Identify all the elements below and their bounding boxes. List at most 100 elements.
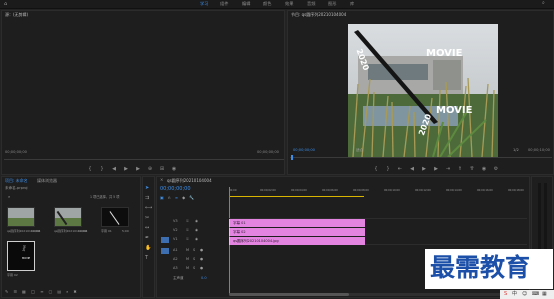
razor-icon[interactable]: ✂ [145,215,152,221]
tab-graphics[interactable]: 图形 [328,1,336,6]
tab-learn[interactable]: 学习 [200,1,208,6]
work-area-bar[interactable] [229,196,364,197]
type-icon[interactable]: T [145,255,152,261]
prog-mark-in-icon[interactable]: { [373,166,379,172]
mic-icon[interactable]: ● [200,266,203,271]
zoom-slider-icon[interactable]: ◯ [31,289,35,294]
track-label-v2[interactable]: V2 [173,228,178,233]
overwrite-icon[interactable]: ⊞ [159,166,165,172]
tab-assembly[interactable]: 组件 [220,1,228,6]
pen-icon[interactable]: ✒ [145,235,152,241]
mute-icon[interactable]: M [186,266,189,271]
icon-view-icon[interactable]: ▦ [22,289,26,294]
tab-editing[interactable]: 编辑 [242,1,250,6]
eye-icon[interactable]: ◉ [195,228,198,233]
play-icon[interactable]: ▶ [123,166,129,172]
mic-icon[interactable]: ● [200,257,203,262]
mark-out-icon[interactable]: } [99,166,105,172]
source-patch-a1[interactable] [161,248,169,254]
project-search-icon[interactable]: ⌕ [8,195,10,199]
lift-icon[interactable]: ⇑ [457,166,463,172]
mark-in-icon[interactable]: { [87,166,93,172]
slip-icon[interactable]: ↔ [145,225,152,231]
tray-icon[interactable]: ⌨ [532,292,539,297]
new-item-icon[interactable]: ▤ [57,289,61,294]
mute-icon[interactable]: M [186,248,189,253]
media-browser-tab[interactable]: 媒体浏览器 [37,179,57,183]
lock-icon[interactable]: ⚿ [186,228,189,233]
pencil-icon[interactable]: ✎ [5,289,8,294]
home-icon[interactable]: ⌂ [4,2,7,7]
eye-icon[interactable]: ◉ [195,219,198,224]
solo-icon[interactable]: S [193,257,195,262]
selection-tool-icon[interactable]: ➤ [145,185,152,191]
sort-icon[interactable]: ≡ [40,289,43,294]
source-scrubber[interactable] [4,159,284,160]
prog-go-out-icon[interactable]: ⇥ [445,166,451,172]
new-bin-icon[interactable]: ▢ [49,289,53,294]
mute-icon[interactable]: M [186,257,189,262]
track-select-icon[interactable]: ⇉ [145,195,152,201]
insert-icon[interactable]: ⊕ [147,166,153,172]
prog-step-back-icon[interactable]: ◀ [409,166,415,172]
program-timecode[interactable]: 00;00;00;00 [293,148,315,153]
delete-icon[interactable]: ✖ [73,289,76,294]
solo-icon[interactable]: S [193,266,195,271]
add-marker-icon[interactable]: ◆ [182,195,185,200]
export-frame-icon[interactable]: ◉ [481,166,487,172]
search-icon[interactable]: ⌕ [542,1,545,6]
scrollbar-thumb[interactable] [229,293,349,296]
list-view-icon[interactable]: ☰ [13,289,17,294]
wrench-icon[interactable]: 🔧 [189,195,194,200]
track-label-v1[interactable]: V1 [173,237,178,242]
timeline-tab[interactable]: qs圆序列20210104004 [167,179,212,183]
tray-icon[interactable]: ☺ [522,292,527,297]
solo-icon[interactable]: S [193,248,195,253]
step-back-icon[interactable]: ◀ [111,166,117,172]
tray-ime-icon[interactable]: 中 [512,292,517,297]
track-label-a2[interactable]: A2 [173,257,178,262]
step-forward-icon[interactable]: ▶ [135,166,141,172]
nest-icon[interactable]: ▣ [160,195,164,200]
timeline-scrollbar[interactable] [229,293,509,296]
tab-color[interactable]: 颜色 [263,1,271,6]
track-label-v3[interactable]: V3 [173,219,178,224]
program-ratio-select[interactable]: 1/2 [513,148,519,153]
timeline-timecode[interactable]: 00;00;00;00 [160,187,191,192]
master-volume[interactable]: 0.0 [201,276,207,281]
program-scrubber[interactable] [290,155,552,160]
project-tab[interactable]: 项目: 未命名 [5,179,28,183]
timeline-close-icon[interactable]: × [160,178,163,182]
project-item-thumb[interactable]: 2020 MOVIE [7,241,35,271]
project-item-thumb[interactable] [7,207,35,227]
clip-title-01[interactable]: 字幕 01 [229,219,365,227]
tray-app-icon[interactable]: S [504,292,507,297]
lock-icon[interactable]: ⚿ [186,219,189,224]
eye-icon[interactable]: ◉ [195,237,198,242]
video-lanes[interactable]: 字幕 01 字幕 02 qs圆序列20210104004.jpg [229,218,527,245]
hand-icon[interactable]: ✋ [145,245,152,251]
tab-effects[interactable]: 效果 [285,1,293,6]
project-item-thumb[interactable] [101,207,129,227]
track-label-a3[interactable]: A3 [173,266,178,271]
source-patch-v1[interactable] [161,237,169,243]
program-fit-select[interactable]: 适合 [356,148,363,153]
prog-go-in-icon[interactable]: ⇤ [397,166,403,172]
clip-title-02[interactable]: 字幕 02 [229,228,365,236]
tray-icon[interactable]: ▦ [542,292,547,297]
prog-mark-out-icon[interactable]: } [385,166,391,172]
tab-libraries[interactable]: 库 [350,1,354,6]
prog-step-forward-icon[interactable]: ▶ [433,166,439,172]
settings-icon[interactable]: ⚙ [493,166,499,172]
tab-audio[interactable]: 音频 [307,1,315,6]
program-playhead[interactable] [291,155,293,160]
extract-icon[interactable]: ⇈ [469,166,475,172]
mic-icon[interactable]: ● [200,248,203,253]
snap-icon[interactable]: ∩ [168,195,171,200]
ripple-edit-icon[interactable]: ⟷ [145,205,152,211]
prog-play-icon[interactable]: ▶ [421,166,427,172]
lock-icon[interactable]: ⚿ [186,237,189,242]
find-icon[interactable]: ⌕ [66,289,68,294]
linked-selection-icon[interactable]: ∞ [175,195,178,200]
project-item-thumb[interactable] [54,207,82,227]
